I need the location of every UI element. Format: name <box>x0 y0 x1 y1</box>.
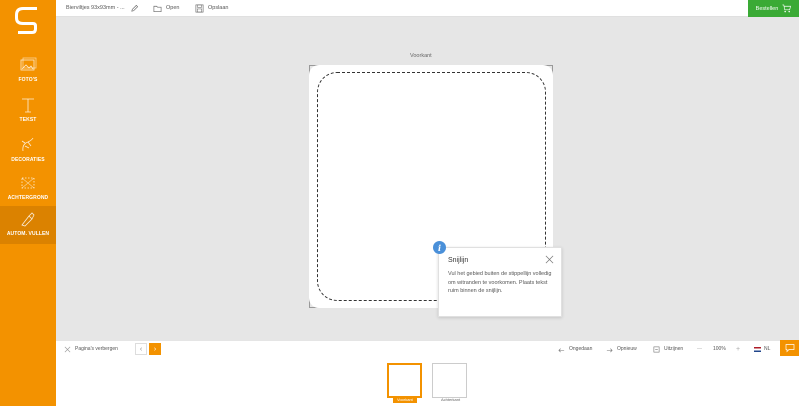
document-title[interactable]: Bierviltjes 93x93mm - ... <box>66 0 139 16</box>
cut-line-tooltip: Snijlijn Vul het gebied buiten de stippe… <box>438 247 562 317</box>
minus-icon: — <box>697 346 702 352</box>
tooltip-body: Vul het gebied buiten de stippellijn vol… <box>448 271 552 294</box>
sidebar-item-label: FOTO'S <box>18 77 38 83</box>
plus-icon: + <box>736 345 741 353</box>
sidebar-item-background[interactable]: ACHTERGROND <box>0 170 56 208</box>
redo-button[interactable]: Opnieuw <box>606 341 637 357</box>
close-icon[interactable] <box>545 255 554 264</box>
photo-icon <box>20 57 37 71</box>
info-icon: i <box>433 241 446 254</box>
dutch-flag-icon <box>754 346 761 352</box>
undo-button[interactable]: Ongedaan <box>558 341 592 357</box>
save-icon <box>195 4 204 12</box>
undo-label: Ongedaan <box>569 346 593 352</box>
sidebar-item-decorations[interactable]: DECORATIES <box>0 132 56 170</box>
background-icon <box>21 177 35 189</box>
chat-icon <box>785 344 794 353</box>
top-toolbar: Bierviltjes 93x93mm - ... Open Opslaan B… <box>56 0 799 17</box>
zoom-minus-button[interactable]: — <box>697 341 702 357</box>
zoom-out-icon <box>653 346 660 352</box>
page-thumbnail-front[interactable] <box>387 363 422 398</box>
auto-fill-icon <box>21 212 35 227</box>
chat-button[interactable] <box>780 340 799 356</box>
zoom-out-label: Uitzijnen <box>664 346 684 352</box>
cart-icon <box>782 4 792 13</box>
redo-icon <box>606 347 613 352</box>
chevron-right-icon: › <box>153 345 157 353</box>
order-button[interactable]: Bestellen <box>748 0 799 17</box>
zoom-level-text: 100% <box>713 346 726 352</box>
sidebar-item-label: DECORATIES <box>11 157 45 163</box>
sidebar-item-photos[interactable]: FOTO'S <box>0 52 56 90</box>
document-title-text: Bierviltjes 93x93mm - ... <box>66 5 125 11</box>
sidebar-item-label: TEKST <box>19 117 37 123</box>
redo-label: Opnieuw <box>617 346 637 352</box>
tooltip-title: Snijlijn <box>448 257 469 264</box>
zoom-plus-button[interactable]: + <box>736 341 740 357</box>
edit-pencil-icon[interactable] <box>130 4 139 13</box>
language-selector[interactable]: NL <box>754 341 770 357</box>
sidebar-item-text[interactable]: TEKST <box>0 92 56 130</box>
page-thumbnail-back[interactable] <box>432 363 467 398</box>
hide-icon <box>64 346 71 352</box>
sidebar-item-auto-fill[interactable]: AUTOM. VULLEN <box>0 206 56 244</box>
chevron-left-icon: ‹ <box>139 345 143 353</box>
next-page-button[interactable]: › <box>149 343 161 355</box>
page-thumbnails: Voorkant Achterkant <box>56 356 799 406</box>
zoom-out-button[interactable]: Uitzijnen <box>653 341 683 357</box>
page-label-front[interactable]: Voorkant <box>393 396 417 403</box>
folder-icon <box>153 5 162 12</box>
order-label: Bestellen <box>755 5 779 12</box>
undo-icon <box>558 347 565 352</box>
open-label: Open <box>166 5 180 11</box>
hide-pages-button[interactable]: Pagina's verbergen <box>64 341 118 357</box>
text-icon <box>22 98 34 113</box>
sidebar-item-label: AUTOM. VULLEN <box>6 231 50 237</box>
zoom-level: 100% <box>713 341 726 357</box>
decoration-icon <box>21 137 34 152</box>
save-button[interactable]: Opslaan <box>195 0 229 16</box>
side-label: Voorkant <box>410 53 432 59</box>
previous-page-button[interactable]: ‹ <box>135 343 147 355</box>
open-button[interactable]: Open <box>153 0 179 16</box>
save-label: Opslaan <box>208 5 229 11</box>
page-label-back[interactable]: Achterkant <box>437 396 464 403</box>
logo-icon <box>15 7 37 34</box>
language-label: NL <box>764 346 771 352</box>
sidebar-item-label: ACHTERGROND <box>7 195 49 201</box>
logo[interactable] <box>0 0 56 44</box>
sidebar: FOTO'S TEKST DECORATIES ACHTERGROND AUTO… <box>0 0 56 406</box>
bottom-toolbar: Pagina's verbergen ‹ › Ongedaan Opnieuw … <box>56 340 799 356</box>
hide-pages-label: Pagina's verbergen <box>75 346 118 352</box>
